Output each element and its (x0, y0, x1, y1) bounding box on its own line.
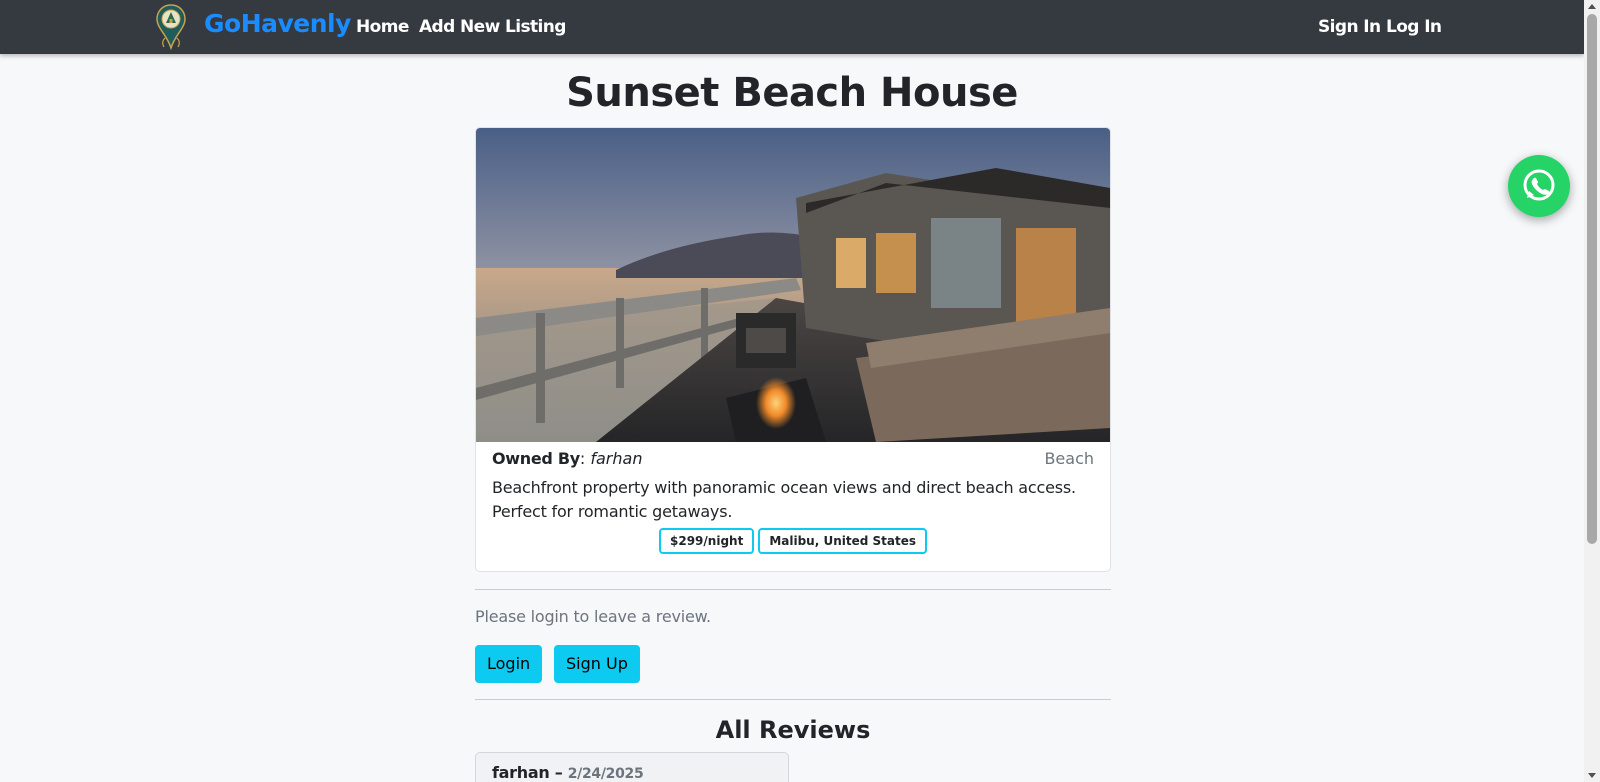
nav-log-in-link[interactable]: Log In (1386, 17, 1442, 37)
scroll-down-arrow-icon[interactable] (1588, 773, 1596, 778)
review-header: farhan – 2/24/2025 (492, 763, 644, 782)
owner-name: farhan (590, 449, 643, 468)
nav-home-link[interactable]: Home (356, 17, 409, 37)
location-badge: Malibu, United States (758, 528, 927, 554)
scrollbar-thumb[interactable] (1587, 14, 1597, 544)
review-author: farhan (492, 763, 550, 782)
whatsapp-icon (1523, 169, 1555, 201)
all-reviews-title: All Reviews (715, 716, 871, 744)
owner-line: Owned By: farhan (492, 449, 642, 468)
divider (475, 699, 1111, 700)
listing-category: Beach (1044, 449, 1094, 468)
review-card: farhan – 2/24/2025 (475, 752, 789, 782)
review-date: 2/24/2025 (567, 766, 644, 782)
page-scrollbar[interactable] (1584, 0, 1600, 782)
brand-link[interactable]: GoHavenly (204, 9, 351, 38)
signup-button[interactable]: Sign Up (554, 645, 640, 683)
owner-label: Owned By (492, 449, 580, 468)
login-button[interactable]: Login (475, 645, 543, 683)
navbar: GoHavenly Home Add New Listing Sign In L… (0, 0, 1584, 54)
listing-image (476, 128, 1110, 442)
login-prompt: Please login to leave a review. (475, 607, 711, 626)
listing-title: Sunset Beach House (566, 70, 1018, 116)
nav-add-listing-link[interactable]: Add New Listing (419, 17, 566, 37)
price-badge: $299/night (659, 528, 755, 554)
listing-badges: $299/night Malibu, United States (476, 528, 1110, 554)
whatsapp-button[interactable] (1508, 155, 1570, 217)
listing-description: Beachfront property with panoramic ocean… (492, 478, 1076, 521)
review-separator: – (549, 763, 568, 782)
owner-separator: : (579, 449, 591, 468)
nav-sign-in-link[interactable]: Sign In (1318, 17, 1381, 37)
location-pin-logo-icon[interactable] (155, 4, 187, 50)
scroll-up-arrow-icon[interactable] (1588, 4, 1596, 9)
divider (475, 589, 1111, 590)
listing-card: Owned By: farhan Beach Beachfront proper… (475, 127, 1111, 572)
